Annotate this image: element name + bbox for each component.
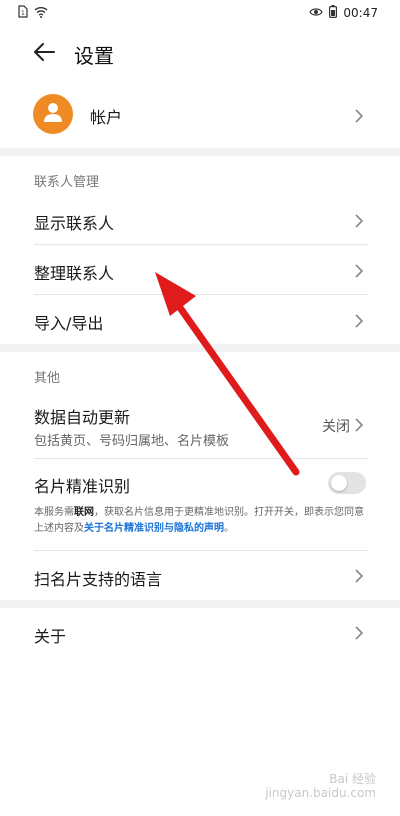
divider <box>34 458 368 459</box>
divider <box>34 550 368 551</box>
auto-update-subtitle: 包括黄页、号码归属地、名片模板 <box>34 434 230 449</box>
card-recognition-row: 名片精准识别 <box>0 462 400 502</box>
auto-update-label: 数据自动更新 <box>34 408 131 427</box>
card-languages-label: 扫名片支持的语言 <box>34 570 163 589</box>
chevron-right-icon <box>354 263 364 279</box>
notice-text: 本服务需 <box>34 507 74 518</box>
divider <box>34 244 368 245</box>
status-left: 1 <box>18 5 48 21</box>
sim-icon: 1 <box>18 5 28 21</box>
other-section-header: 其他 <box>34 371 61 386</box>
display-contacts-row[interactable]: 显示联系人 <box>0 196 400 244</box>
watermark-line1: Bai 经验 <box>329 772 376 786</box>
status-bar: 1 00:47 <box>0 0 400 26</box>
card-recognition-toggle[interactable] <box>328 472 366 494</box>
chevron-right-icon <box>354 568 364 584</box>
contacts-section-header: 联系人管理 <box>34 175 100 190</box>
organize-contacts-label: 整理联系人 <box>34 264 115 283</box>
account-label: 帐户 <box>90 108 123 127</box>
privacy-notice: 本服务需联网，获取名片信息用于更精准地识别。打开开关，即表示您同意上述内容及关于… <box>34 505 370 537</box>
eye-icon <box>309 6 324 20</box>
privacy-statement-link[interactable]: 关于名片精准识别与隐私的声明 <box>84 523 224 534</box>
back-arrow-icon <box>33 42 55 66</box>
divider <box>34 294 368 295</box>
chevron-right-icon <box>354 625 364 641</box>
card-recognition-label: 名片精准识别 <box>34 477 131 496</box>
status-right: 00:47 <box>309 5 378 21</box>
organize-contacts-row[interactable]: 整理联系人 <box>0 246 400 294</box>
avatar <box>33 94 73 134</box>
chevron-right-icon <box>354 213 364 229</box>
import-export-label: 导入/导出 <box>34 314 104 333</box>
status-time: 00:47 <box>343 6 378 20</box>
section-divider <box>0 600 400 608</box>
display-contacts-label: 显示联系人 <box>34 214 115 233</box>
about-label: 关于 <box>34 627 67 646</box>
chevron-right-icon <box>354 313 364 329</box>
auto-update-row[interactable]: 数据自动更新 包括黄页、号码归属地、名片模板 关闭 <box>0 396 400 454</box>
card-languages-row[interactable]: 扫名片支持的语言 <box>0 552 400 600</box>
watermark: Bai 经验 jingyan.baidu.com <box>265 772 376 800</box>
svg-text:1: 1 <box>21 10 25 17</box>
app-bar: 设置 <box>0 26 400 82</box>
toggle-knob <box>331 475 347 491</box>
page-title: 设置 <box>74 44 114 68</box>
battery-icon <box>329 5 338 21</box>
notice-text: 。 <box>224 523 234 534</box>
section-divider <box>0 148 400 156</box>
back-button[interactable] <box>28 38 60 70</box>
import-export-row[interactable]: 导入/导出 <box>0 296 400 344</box>
about-row[interactable]: 关于 <box>0 610 400 656</box>
auto-update-value: 关闭 <box>322 419 350 435</box>
notice-bold: 联网 <box>74 507 94 518</box>
wifi-icon <box>34 6 48 21</box>
chevron-right-icon <box>354 108 364 124</box>
watermark-line2: jingyan.baidu.com <box>265 786 376 800</box>
section-divider <box>0 344 400 352</box>
person-icon <box>42 101 64 127</box>
account-row[interactable]: 帐户 <box>0 88 400 144</box>
chevron-right-icon <box>354 417 364 433</box>
